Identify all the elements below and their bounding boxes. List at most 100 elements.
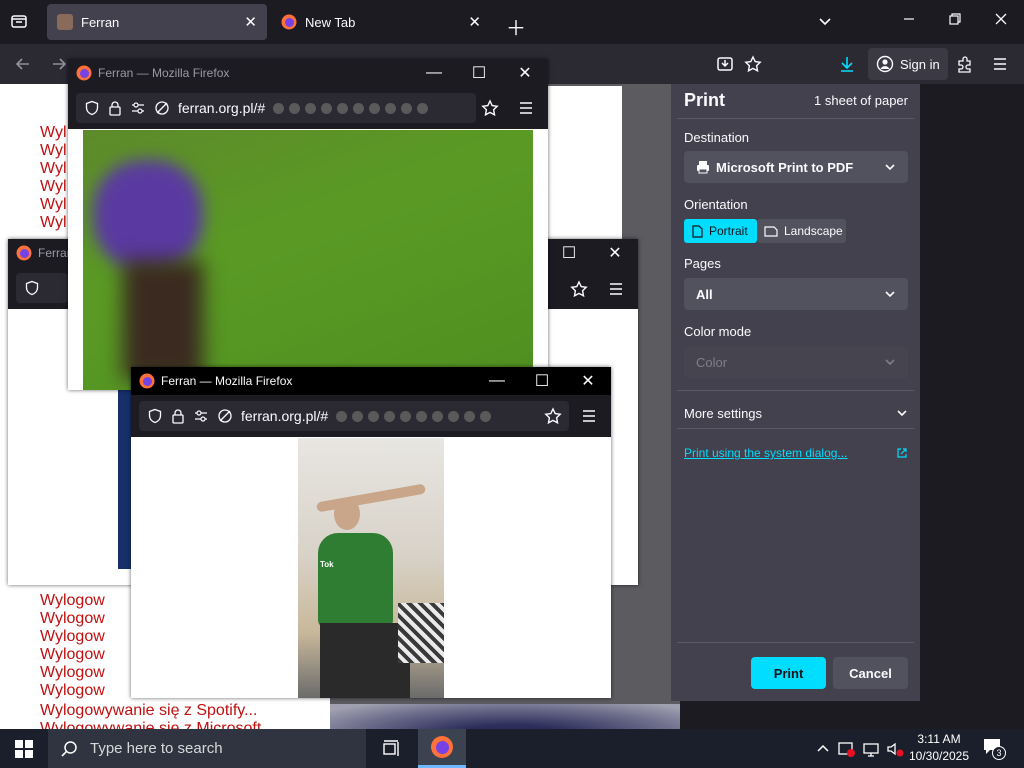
firefox-window-video-2[interactable]: Ferran — Mozilla Firefox — ☐ ✕ ferran.or… [131, 367, 611, 698]
logout-message-line: Wyl [40, 214, 67, 231]
landscape-toggle[interactable]: Landscape [757, 219, 846, 243]
new-tab-button[interactable]: ＋ [506, 12, 526, 41]
extensions-icon[interactable] [956, 55, 974, 73]
security-alert-icon[interactable] [838, 740, 856, 758]
sign-in-button[interactable]: Sign in [868, 48, 948, 80]
forward-arrow-icon[interactable] [50, 55, 68, 73]
logout-message-line: Wylogow [40, 664, 105, 681]
video-frame-soccer [83, 130, 533, 390]
url-emoji-row [336, 410, 496, 422]
print-title: Print [684, 90, 726, 110]
menu-hamburger-icon[interactable] [518, 100, 534, 116]
print-button[interactable]: Print [751, 657, 826, 689]
print-dialog: Print 1 sheet of paper Destination Micro… [671, 84, 920, 701]
destination-label: Destination [684, 130, 750, 145]
bed-blanket [398, 603, 444, 663]
chevron-down-icon [896, 407, 908, 419]
dancer-arm [315, 483, 427, 513]
bookmark-star-icon[interactable] [481, 99, 499, 117]
taskbar-firefox-button[interactable] [418, 729, 466, 768]
clock[interactable]: 3:11 AM 10/30/2025 [906, 731, 972, 765]
portrait-toggle[interactable]: Portrait [684, 219, 757, 243]
firefox-window-video-1[interactable]: Ferran — Mozilla Firefox — ☐ ✕ ferran.or… [68, 59, 548, 390]
firefox-logo-icon [281, 14, 297, 30]
url-bar[interactable] [16, 273, 68, 303]
url-bar[interactable]: ferran.org.pl/# [76, 93, 476, 123]
close-icon[interactable]: ✕ [592, 239, 638, 267]
restore-icon[interactable] [948, 12, 962, 26]
network-icon[interactable] [862, 740, 880, 758]
logout-message-line: Wylogow [40, 646, 105, 663]
dancer-legs [320, 623, 410, 698]
menu-hamburger-icon[interactable] [608, 281, 624, 297]
notification-center-button[interactable]: 3 [982, 737, 1008, 761]
save-to-pocket-icon[interactable] [716, 55, 734, 73]
firefox-logo-icon [76, 65, 92, 81]
destination-value: Microsoft Print to PDF [716, 159, 854, 175]
menu-hamburger-icon[interactable] [992, 56, 1008, 72]
maximize-icon[interactable]: ☐ [456, 59, 502, 87]
close-icon[interactable]: ✕ [502, 59, 548, 87]
chevron-down-icon [884, 161, 896, 173]
chevron-up-icon[interactable] [816, 742, 830, 756]
downloads-icon[interactable] [838, 55, 856, 73]
orientation-label: Orientation [684, 197, 748, 212]
task-view-icon[interactable] [382, 739, 402, 759]
clock-date: 10/30/2025 [908, 749, 970, 763]
pages-select[interactable]: All [684, 278, 908, 310]
maximize-icon[interactable]: ☐ [519, 367, 565, 395]
close-window-icon[interactable] [994, 12, 1008, 26]
menu-hamburger-icon[interactable] [581, 408, 597, 424]
close-icon[interactable]: ✕ [468, 13, 481, 31]
close-icon[interactable]: ✕ [244, 13, 257, 31]
taskbar: Type here to search 3:11 AM 10/30/2025 3 [0, 729, 1024, 768]
tab-bar: Ferran ✕ New Tab ✕ ＋ [0, 0, 1024, 44]
minimize-icon[interactable] [902, 12, 916, 26]
shield-icon [147, 408, 163, 424]
tab-new-tab[interactable]: New Tab ✕ [271, 4, 491, 40]
tab-ferran[interactable]: Ferran ✕ [47, 4, 267, 40]
back-arrow-icon[interactable] [14, 55, 32, 73]
bookmark-star-icon[interactable] [570, 280, 588, 298]
minimize-icon[interactable]: — [411, 59, 457, 87]
color-mode-select[interactable]: Color [684, 346, 908, 378]
permissions-icon [193, 408, 209, 424]
system-dialog-link[interactable]: Print using the system dialog... [684, 446, 908, 460]
lock-icon [171, 408, 185, 424]
cancel-button[interactable]: Cancel [833, 657, 908, 689]
system-dialog-label: Print using the system dialog... [684, 446, 848, 460]
volume-muted-icon[interactable] [886, 740, 904, 758]
firefox-logo-icon [16, 245, 32, 261]
page-sheet-right [548, 86, 622, 258]
close-icon[interactable]: ✕ [565, 367, 611, 395]
bookmark-star-icon[interactable] [544, 407, 562, 425]
taskbar-search[interactable]: Type here to search [48, 729, 366, 768]
player-legs [123, 260, 203, 380]
logout-message-line: Wylogow [40, 628, 105, 645]
maximize-icon[interactable]: ☐ [546, 239, 592, 267]
shield-icon [24, 280, 40, 296]
chevron-down-icon[interactable] [817, 13, 833, 29]
portrait-page-icon [692, 224, 703, 238]
window-title: Ferran — Mozilla Firefox [98, 66, 230, 80]
page-bottom-image [330, 704, 680, 729]
tab-label: New Tab [305, 14, 356, 30]
clock-time: 3:11 AM [917, 732, 961, 746]
minimize-icon[interactable]: — [474, 367, 520, 395]
divider [677, 428, 914, 429]
url-emoji-row [273, 102, 433, 114]
more-settings-toggle[interactable]: More settings [684, 404, 908, 422]
window-title: Ferran — Mozilla Firefox [161, 374, 293, 388]
tab-list-icon[interactable] [10, 12, 28, 30]
logout-message-line: Wyl [40, 160, 67, 177]
windows-start-icon[interactable] [15, 740, 33, 758]
url-bar[interactable]: ferran.org.pl/# [139, 401, 569, 431]
lock-icon [108, 100, 122, 116]
bookmark-star-icon[interactable] [744, 55, 762, 73]
tracking-blocked-icon [154, 100, 170, 116]
search-placeholder: Type here to search [90, 740, 223, 757]
logout-message-line: Wylogowywanie się z Spotify... [40, 702, 258, 719]
divider [677, 390, 914, 391]
destination-select[interactable]: Microsoft Print to PDF [684, 151, 908, 183]
color-mode-value: Color [696, 354, 728, 370]
